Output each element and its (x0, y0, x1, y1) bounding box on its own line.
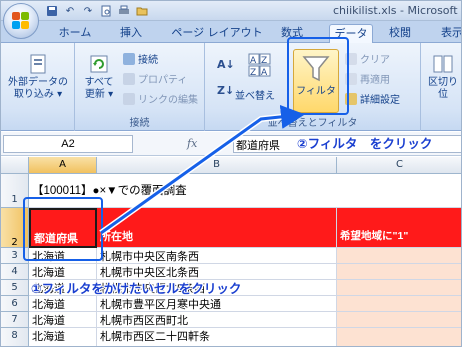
office-logo-icon (12, 12, 30, 30)
reapply-button[interactable]: 再適用 (345, 71, 390, 86)
properties-button[interactable]: プロパティ (123, 71, 187, 86)
name-box[interactable]: A2 (3, 135, 133, 153)
external-data-icon (27, 53, 49, 75)
tab-page-layout[interactable]: ページ レイアウト (169, 24, 265, 43)
cell-c[interactable] (337, 280, 461, 296)
filter-highlight-box (287, 37, 349, 115)
connection-icon (123, 52, 135, 65)
sort-button[interactable]: 並べ替え (235, 87, 275, 102)
group-connections: すべて 更新 ▾ 接続 プロパティ リンクの編集 接続 (75, 43, 205, 131)
advanced-filter-button[interactable]: 詳細設定 (345, 91, 400, 106)
title-bar: ↶ ↷ chiikilist.xls - Microsoft (1, 1, 461, 21)
cell-c[interactable] (337, 296, 461, 312)
clear-filter-button[interactable]: クリア (345, 51, 390, 66)
sort-ascending-button[interactable]: A↓ (217, 57, 235, 72)
column-header-a[interactable]: A (29, 157, 97, 174)
cell-c[interactable] (337, 264, 461, 280)
connections-button[interactable]: 接続 (123, 51, 158, 66)
svg-text:Z: Z (261, 56, 267, 66)
cell-b2[interactable]: 所在地 (97, 208, 337, 248)
properties-icon (123, 72, 135, 85)
cell-a[interactable]: 北海道 (29, 312, 97, 328)
edit-links-button[interactable]: リンクの編集 (123, 91, 198, 106)
cell-c2[interactable]: 希望地域に"1" (337, 208, 461, 248)
tab-view[interactable]: 表示 (435, 24, 461, 43)
window-title: chiikilist.xls - Microsoft (333, 4, 458, 17)
cell-a[interactable]: 北海道 (29, 296, 97, 312)
column-header-b[interactable]: B (97, 157, 337, 174)
svg-text:Z: Z (250, 68, 256, 78)
sort-descending-button[interactable]: Z↓ (217, 83, 234, 98)
fx-icon[interactable]: fx (187, 137, 197, 150)
text-to-columns-button[interactable]: 区切り位 (425, 53, 461, 101)
ribbon-tabs: ホーム 挿入 ページ レイアウト 数式 データ 校閲 表示 (1, 21, 461, 43)
row-header[interactable]: 4 (1, 264, 29, 280)
sort-az-icon: A↓ (217, 58, 235, 71)
print-preview-icon[interactable] (99, 4, 113, 18)
select-all-corner[interactable] (1, 157, 29, 174)
annotation-step2: ②フィルタ をクリック (297, 136, 433, 151)
text-to-columns-icon (432, 53, 454, 75)
redo-icon[interactable]: ↷ (81, 4, 95, 18)
cell-a[interactable]: 北海道 (29, 328, 97, 346)
sort-dialog-icon-button[interactable]: AZZA (245, 53, 275, 81)
refresh-icon (88, 53, 110, 75)
print-icon[interactable] (117, 4, 131, 18)
sort-za-icon: Z↓ (217, 84, 235, 97)
cell-b[interactable]: 札幌市豊平区月寒中央通 (97, 296, 337, 312)
row-header[interactable]: 6 (1, 296, 29, 312)
group-external-data: 外部データの 取り込み ▾ (1, 43, 75, 131)
tab-review[interactable]: 校閲 (383, 24, 417, 43)
sort-filter-group-label: 並べ替えとフィルタ (267, 118, 358, 129)
tab-insert[interactable]: 挿入 (114, 24, 148, 43)
get-external-data-button[interactable]: 外部データの 取り込み ▾ (5, 53, 71, 101)
svg-text:A: A (261, 68, 268, 78)
row-header[interactable]: 8 (1, 328, 29, 346)
annotation-step1: ①フィルタをかけたいセルをクリック (31, 281, 242, 296)
tab-home[interactable]: ホーム (55, 24, 95, 43)
cell-b[interactable]: 札幌市西区二十四軒条 (97, 328, 337, 346)
office-button[interactable] (3, 3, 39, 39)
svg-text:A: A (250, 56, 257, 66)
cell-c[interactable] (337, 248, 461, 264)
quick-access-toolbar: ↶ ↷ (45, 3, 149, 19)
group-data-tools: 区切り位 (421, 43, 461, 131)
connections-group-label: 接続 (129, 118, 150, 129)
sort-dialog-icon: AZZA (248, 53, 272, 79)
refresh-all-button[interactable]: すべて 更新 ▾ (79, 53, 119, 101)
row-header[interactable]: 5 (1, 280, 29, 296)
save-icon[interactable] (45, 4, 59, 18)
column-header-c[interactable]: C (337, 157, 461, 174)
ribbon: 外部データの 取り込み ▾ すべて 更新 ▾ 接続 プロパティ リンクの編集 接… (1, 43, 461, 131)
formula-value: 都道府県 (236, 139, 280, 152)
cell-c[interactable] (337, 312, 461, 328)
cell-b[interactable]: 札幌市中央区南条西 (97, 248, 337, 264)
cell-highlight-box (23, 197, 103, 261)
excel-window: ↶ ↷ chiikilist.xls - Microsoft ホーム 挿入 ペー… (0, 0, 462, 347)
undo-icon[interactable]: ↶ (63, 4, 77, 18)
open-icon[interactable] (135, 4, 149, 18)
row-header[interactable]: 7 (1, 312, 29, 328)
edit-links-icon (123, 92, 135, 105)
cell-c[interactable] (337, 328, 461, 346)
cell-b[interactable]: 札幌市西区西町北 (97, 312, 337, 328)
